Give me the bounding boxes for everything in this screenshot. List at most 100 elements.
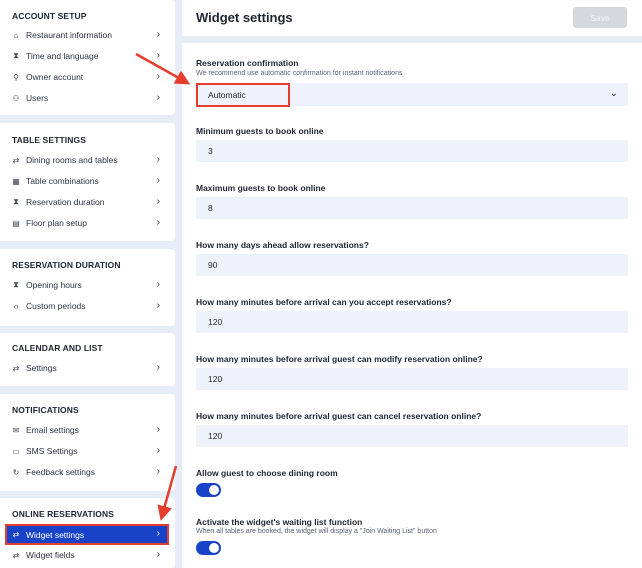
users-icon: ⚇ [12, 93, 20, 103]
toggle-knob [209, 543, 219, 553]
waiting-list-label: Activate the widget's waiting list funct… [196, 517, 363, 527]
document-icon: ▤ [12, 218, 20, 228]
waiting-list-toggle[interactable] [196, 541, 221, 555]
annotation-highlight-box [196, 83, 290, 107]
sidebar-section-calendar-and-list: CALENDAR AND LIST ⇄ Settings › [0, 333, 175, 386]
sidebar-section-reservation-duration: RESERVATION DURATION ⧗ Opening hours › ‹… [0, 249, 175, 326]
sidebar-item-widget-settings[interactable]: ⇄ Widget settings › [5, 524, 169, 545]
waiting-list-hint: When all tables are booked, the widget w… [196, 528, 437, 535]
swap-icon: ⇄ [12, 363, 20, 373]
chevron-right-icon: › [156, 362, 160, 373]
chevron-right-icon: › [156, 196, 160, 207]
chevron-right-icon: › [156, 466, 160, 477]
sidebar-item-label: Feedback settings [26, 467, 95, 477]
chevron-right-icon: › [156, 50, 160, 61]
sidebar-item-floor-plan-setup[interactable]: ▤ Floor plan setup › [6, 214, 168, 232]
sidebar-item-widget-fields[interactable]: ⇄ Widget fields › [6, 546, 168, 564]
min-guests-input[interactable]: 3 [196, 140, 628, 162]
choose-dining-room-toggle[interactable] [196, 483, 221, 497]
header-bar: Widget settings Save [182, 0, 642, 36]
sidebar-item-opening-hours[interactable]: ⧗ Opening hours › [6, 276, 168, 294]
chevron-right-icon: › [156, 528, 160, 539]
sidebar-item-table-combinations[interactable]: ▦ Table combinations › [6, 172, 168, 190]
sidebar-item-label: Widget settings [26, 529, 85, 540]
hourglass-icon: ⧗ [13, 280, 19, 289]
reservation-confirmation-label: Reservation confirmation [196, 58, 299, 68]
code-icon: ‹› [13, 301, 19, 311]
sidebar-section-notifications: NOTIFICATIONS ✉ Email settings › ▭ SMS S… [0, 394, 175, 491]
chevron-right-icon: › [156, 217, 160, 228]
sidebar-item-label: Owner account [26, 72, 84, 82]
sidebar-item-label: Dining rooms and tables [26, 155, 118, 165]
sidebar-item-label: Settings [26, 363, 57, 373]
user-icon: ⚲ [13, 72, 19, 82]
section-title: NOTIFICATIONS [12, 405, 79, 415]
sidebar-item-label: Restaurant information [26, 30, 112, 40]
sidebar-item-custom-periods[interactable]: ‹› Custom periods › [6, 297, 168, 315]
sidebar-item-label: Opening hours [26, 280, 82, 290]
sidebar-item-feedback-settings[interactable]: ↻ Feedback settings › [6, 463, 168, 481]
sms-icon: ▭ [12, 446, 20, 456]
min-guests-label: Minimum guests to book online [196, 126, 324, 136]
section-title: ONLINE RESERVATIONS [12, 509, 115, 519]
sidebar-item-restaurant-information[interactable]: ⌂ Restaurant information › [6, 26, 168, 44]
sidebar-item-label: Custom periods [26, 301, 86, 311]
chevron-right-icon: › [156, 92, 160, 103]
sidebar: ACCOUNT SETUP ⌂ Restaurant information ›… [0, 0, 176, 568]
sidebar-item-time-and-language[interactable]: ⧗ Time and language › [6, 47, 168, 65]
toggle-knob [209, 485, 219, 495]
sidebar-item-label: Reservation duration [26, 197, 105, 207]
chevron-right-icon: › [156, 424, 160, 435]
chevron-right-icon: › [156, 279, 160, 290]
chevron-right-icon: › [156, 154, 160, 165]
chevron-right-icon: › [156, 71, 160, 82]
reservation-confirmation-hint: We recommend use automatic confirmation … [196, 70, 403, 77]
sidebar-item-dining-rooms[interactable]: ⇄ Dining rooms and tables › [6, 151, 168, 169]
sidebar-item-owner-account[interactable]: ⚲ Owner account › [6, 68, 168, 86]
sidebar-item-reservation-duration[interactable]: ⧗ Reservation duration › [6, 193, 168, 211]
widget-settings-form: Reservation confirmation We recommend us… [182, 43, 642, 568]
chevron-right-icon: › [156, 300, 160, 311]
sidebar-section-table-settings: TABLE SETTINGS ⇄ Dining rooms and tables… [0, 123, 175, 241]
home-icon: ⌂ [13, 30, 19, 40]
minutes-modify-label: How many minutes before arrival guest ca… [196, 354, 483, 364]
chevron-right-icon: › [156, 549, 160, 560]
mail-icon: ✉ [12, 425, 20, 435]
chevron-down-icon: ⌄ [609, 88, 618, 99]
sidebar-item-label: SMS Settings [26, 446, 78, 456]
hourglass-icon: ⧗ [13, 51, 19, 60]
sidebar-section-account-setup: ACCOUNT SETUP ⌂ Restaurant information ›… [0, 0, 175, 115]
grid-icon: ▦ [12, 176, 20, 186]
sidebar-section-online-reservations: ONLINE RESERVATIONS ⇄ Widget settings › … [0, 498, 175, 568]
refresh-icon: ↻ [12, 467, 20, 477]
sidebar-item-sms-settings[interactable]: ▭ SMS Settings › [6, 442, 168, 460]
sidebar-item-label: Widget fields [26, 550, 75, 560]
chevron-right-icon: › [156, 29, 160, 40]
swap-icon: ⇄ [12, 155, 20, 165]
sidebar-item-label: Email settings [26, 425, 79, 435]
section-title: ACCOUNT SETUP [12, 11, 87, 21]
swap-icon: ⇄ [12, 550, 20, 560]
section-title: TABLE SETTINGS [12, 135, 86, 145]
days-ahead-label: How many days ahead allow reservations? [196, 240, 369, 250]
page-title: Widget settings [196, 10, 293, 25]
minutes-accept-input[interactable]: 120 [196, 311, 628, 333]
save-button[interactable]: Save [573, 7, 627, 28]
chevron-right-icon: › [156, 175, 160, 186]
sidebar-item-label: Users [26, 93, 49, 103]
sidebar-item-label: Time and language [26, 51, 99, 61]
section-title: RESERVATION DURATION [12, 260, 121, 270]
choose-dining-room-label: Allow guest to choose dining room [196, 468, 338, 478]
sidebar-item-calendar-settings[interactable]: ⇄ Settings › [6, 359, 168, 377]
minutes-cancel-input[interactable]: 120 [196, 425, 628, 447]
sidebar-item-users[interactable]: ⚇ Users › [6, 89, 168, 107]
chevron-right-icon: › [156, 445, 160, 456]
swap-icon: ⇄ [12, 530, 20, 539]
sidebar-item-label: Table combinations [26, 176, 99, 186]
max-guests-input[interactable]: 8 [196, 197, 628, 219]
sidebar-item-email-settings[interactable]: ✉ Email settings › [6, 421, 168, 439]
days-ahead-input[interactable]: 90 [196, 254, 628, 276]
hourglass-icon: ⧗ [13, 197, 19, 206]
minutes-modify-input[interactable]: 120 [196, 368, 628, 390]
minutes-accept-label: How many minutes before arrival can you … [196, 297, 452, 307]
